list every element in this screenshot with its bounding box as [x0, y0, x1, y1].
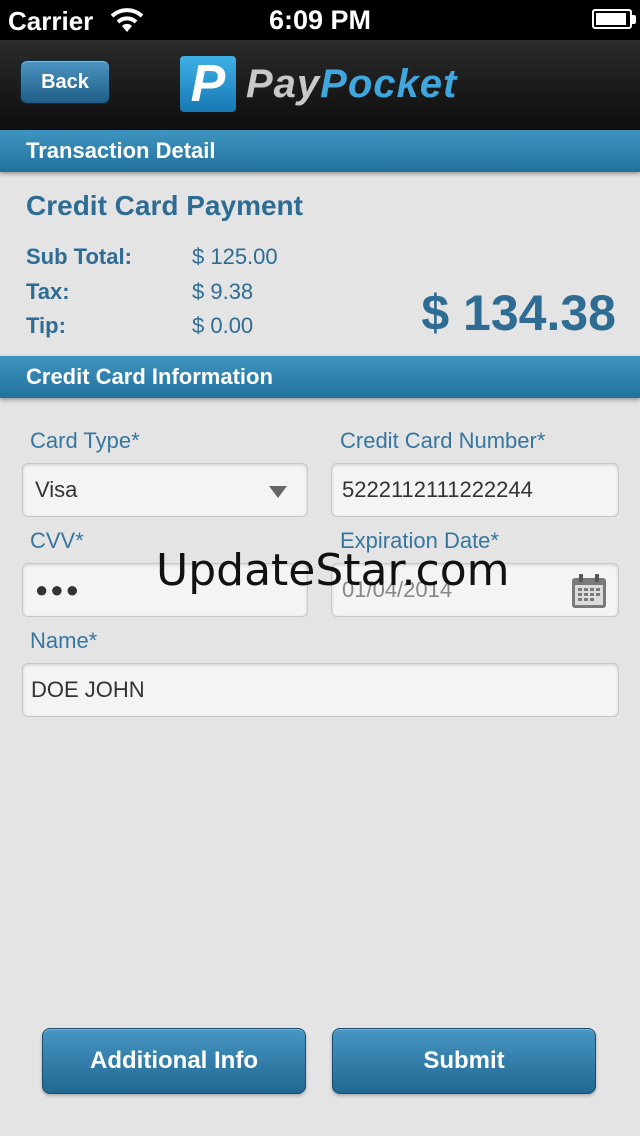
calendar-icon[interactable] [570, 572, 608, 610]
status-bar: Carrier 6:09 PM [0, 0, 640, 40]
card-number-input[interactable]: 5222112111222244 [331, 463, 619, 517]
status-time: 6:09 PM [268, 5, 372, 35]
name-label: Name* [30, 628, 98, 653]
total-amount: $ 134.38 [421, 285, 616, 341]
subtotal-label: Sub Total: [26, 244, 132, 269]
back-button[interactable]: Back [20, 60, 110, 104]
name-input[interactable]: DOE JOHN [22, 663, 619, 717]
tip-value: $ 0.00 [192, 313, 254, 338]
card-type-select[interactable]: Visa [22, 463, 308, 517]
card-number-label: Credit Card Number* [340, 428, 546, 453]
tip-label: Tip: [26, 313, 66, 338]
tax-label: Tax: [26, 279, 70, 304]
card-type-value: Visa [35, 477, 78, 502]
card-type-label: Card Type* [30, 428, 140, 453]
logo-text-pay: Pay [246, 62, 321, 106]
submit-button[interactable]: Submit [332, 1028, 596, 1094]
tax-value: $ 9.38 [192, 279, 254, 304]
app-logo: PayPocket [246, 62, 457, 107]
logo-text-pocket: Pocket [320, 62, 458, 106]
payment-title: Credit Card Payment [26, 190, 303, 221]
cvv-label: CVV* [30, 528, 84, 553]
watermark: UpdateStar.com [156, 545, 510, 596]
transaction-detail-header: Transaction Detail [0, 130, 640, 172]
additional-info-button[interactable]: Additional Info [42, 1028, 306, 1094]
subtotal-value: $ 125.00 [192, 244, 278, 269]
battery-tip [632, 15, 636, 24]
battery-icon [592, 9, 632, 29]
credit-card-info-header: Credit Card Information [0, 356, 640, 398]
chevron-down-icon [269, 486, 287, 498]
logo-mark: P [180, 56, 236, 112]
nav-bar: Back P PayPocket [0, 40, 640, 130]
